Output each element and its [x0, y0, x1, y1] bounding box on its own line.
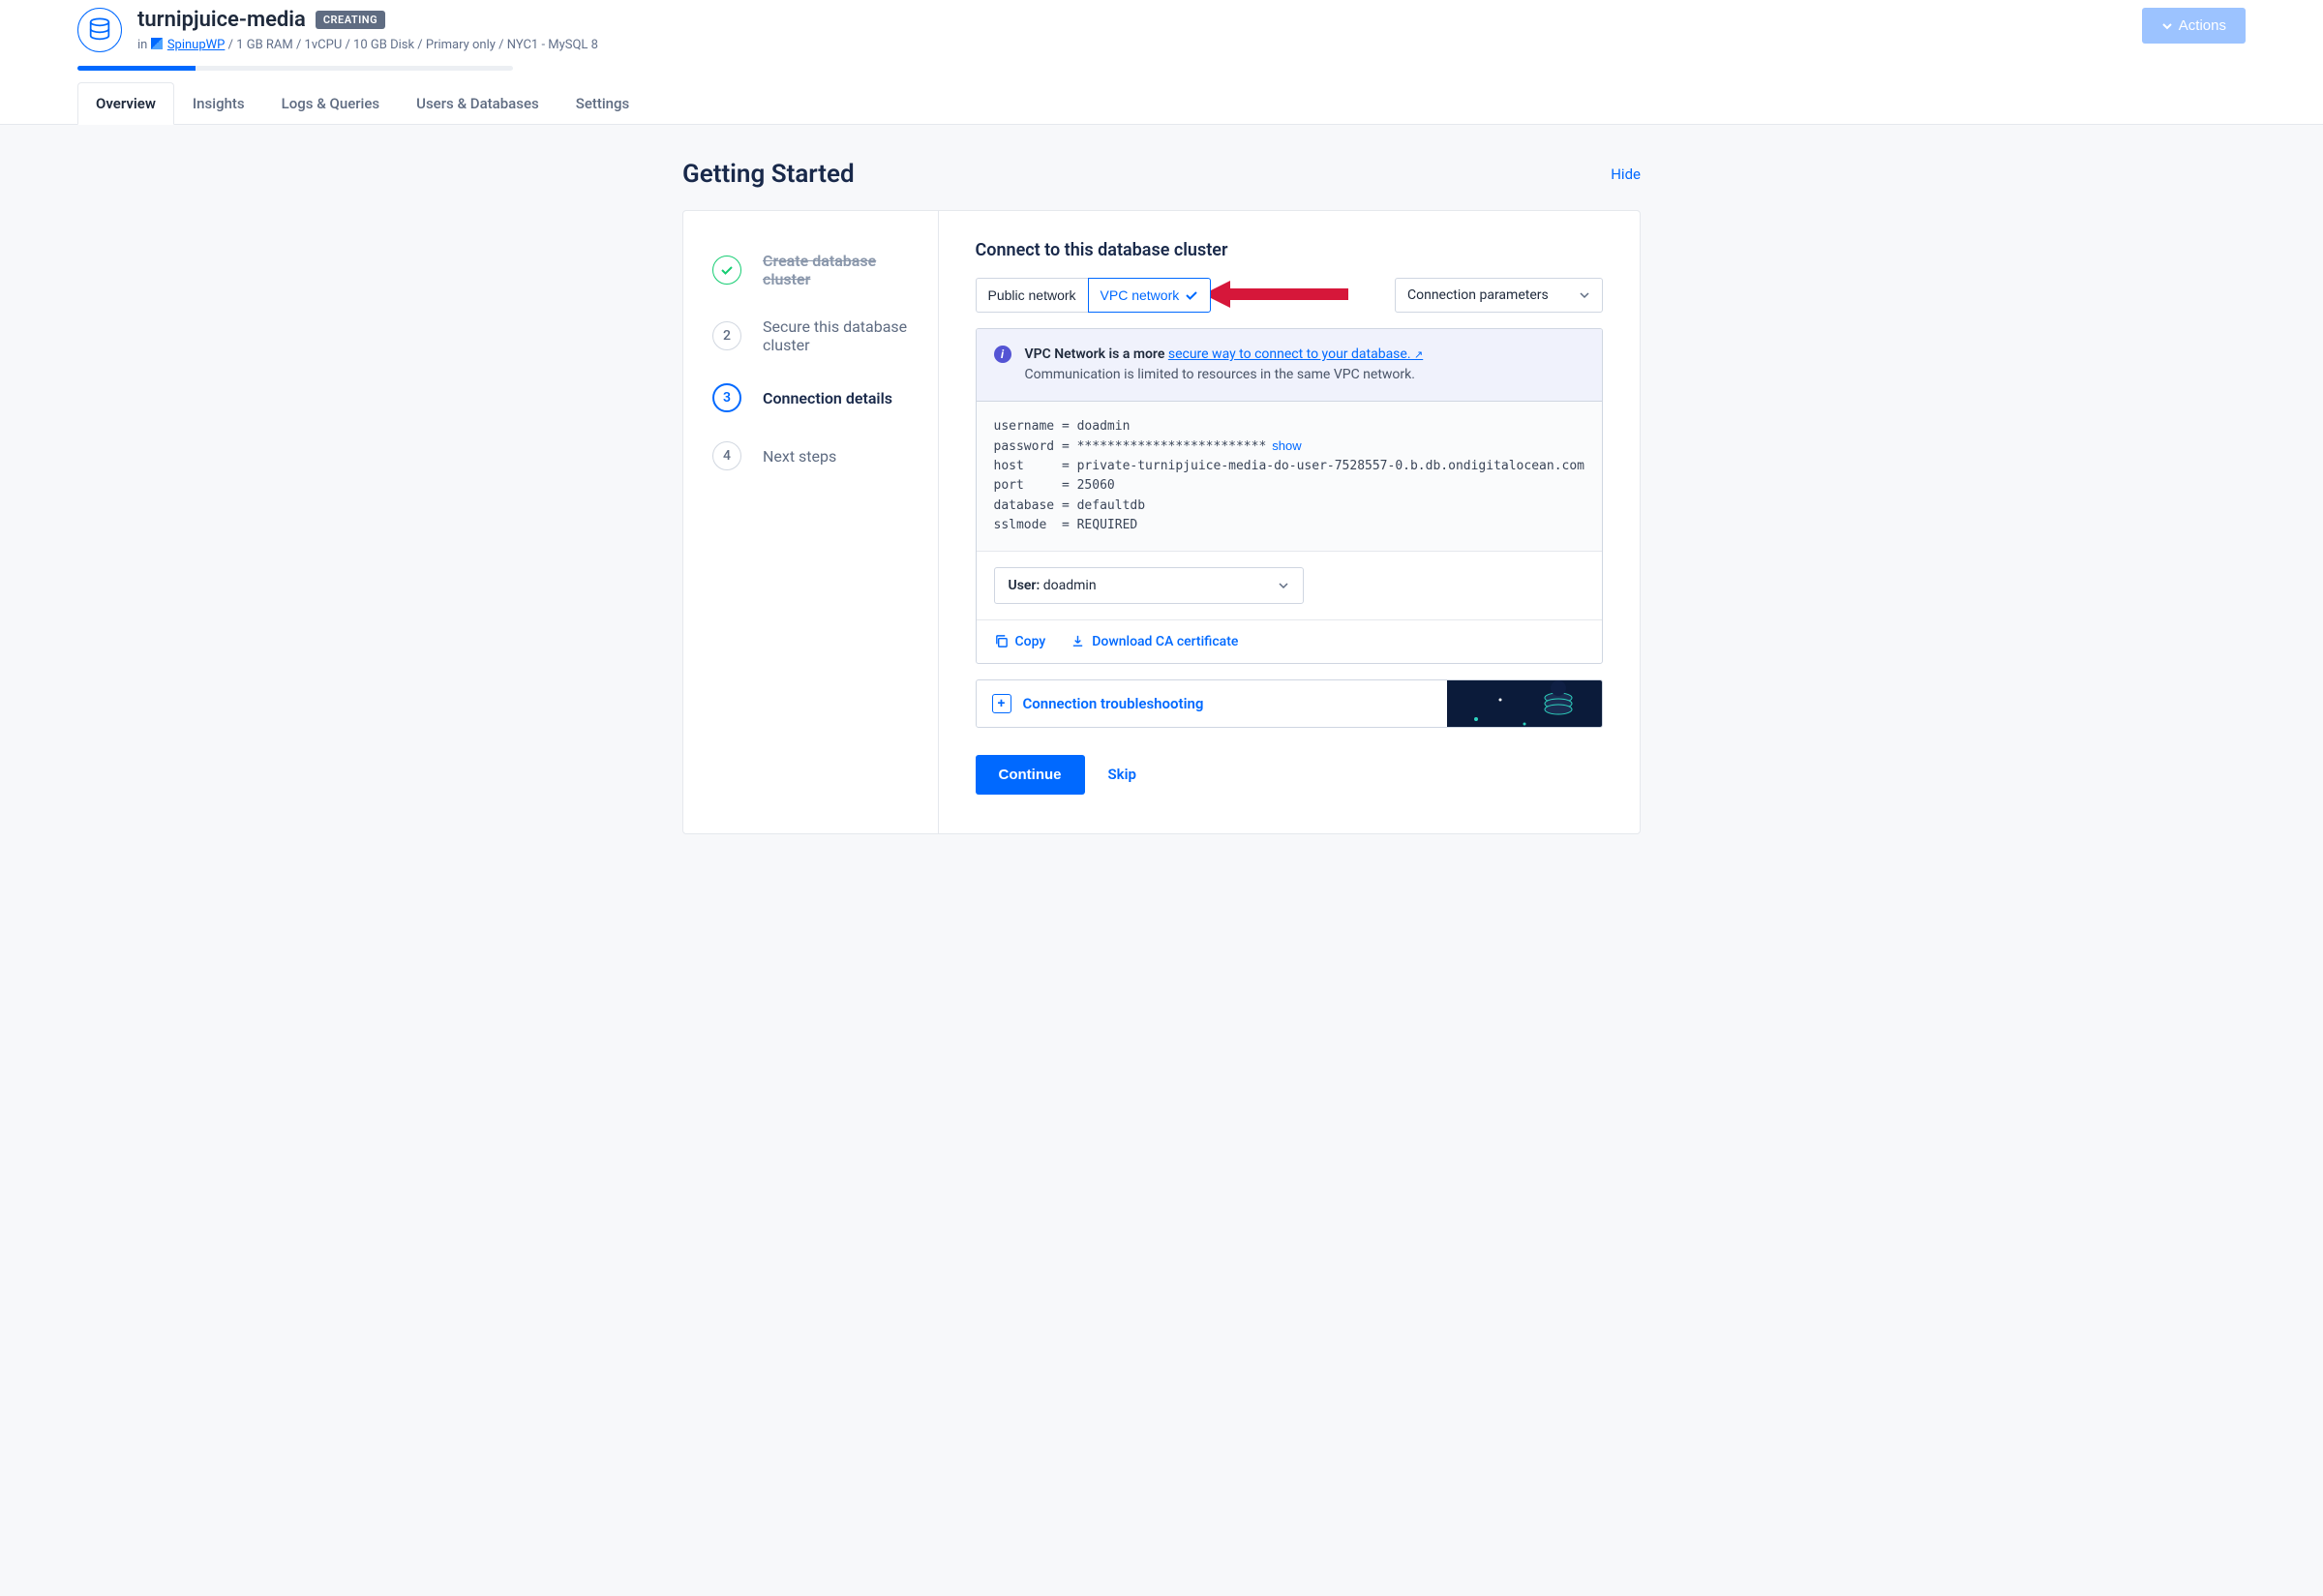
vpc-info-banner: i VPC Network is a more secure way to co… [977, 329, 1603, 402]
download-ca-link[interactable]: Download CA certificate [1071, 634, 1238, 649]
download-icon [1071, 634, 1085, 648]
connection-details: username = doadmin password = **********… [977, 402, 1603, 552]
hide-link[interactable]: Hide [1611, 166, 1641, 183]
chevron-down-icon [2161, 20, 2173, 32]
connection-details-pane: Connect to this database cluster Public … [939, 211, 1641, 833]
project-icon [151, 38, 163, 49]
skip-link[interactable]: Skip [1108, 766, 1136, 783]
chevron-down-icon [1278, 580, 1289, 591]
decorative-art-icon [1447, 680, 1602, 728]
annotation-arrow-icon [1203, 275, 1358, 314]
external-link-icon: ↗ [1414, 348, 1423, 361]
plus-icon: + [992, 694, 1011, 713]
step-connection-details[interactable]: 3 Connection details [712, 372, 915, 424]
step-next-steps[interactable]: 4 Next steps [712, 430, 915, 482]
cluster-title: turnipjuice-media [137, 8, 306, 32]
show-password-link[interactable]: show [1272, 438, 1301, 453]
tab-settings[interactable]: Settings [558, 82, 649, 125]
chevron-down-icon [1579, 289, 1590, 301]
connection-info-box: i VPC Network is a more secure way to co… [976, 328, 1604, 664]
network-toggle: Public network VPC network [976, 278, 1212, 313]
copy-link[interactable]: Copy [994, 634, 1046, 649]
tab-users-databases[interactable]: Users & Databases [398, 82, 558, 125]
copy-icon [994, 634, 1009, 648]
vpc-secure-link[interactable]: secure way to connect to your database. … [1168, 346, 1423, 362]
creation-progress [77, 66, 513, 71]
tab-overview[interactable]: Overview [77, 82, 174, 125]
public-network-button[interactable]: Public network [976, 278, 1089, 313]
steps-sidebar: Create database cluster 2 Secure this da… [683, 211, 939, 833]
troubleshooting-expander[interactable]: + Connection troubleshooting [976, 679, 1604, 728]
tab-logs-queries[interactable]: Logs & Queries [263, 82, 399, 125]
check-icon [1185, 288, 1198, 302]
step-create-cluster[interactable]: Create database cluster [712, 240, 915, 300]
tabs: Overview Insights Logs & Queries Users &… [77, 82, 2246, 124]
project-link[interactable]: SpinupWP [167, 38, 226, 52]
info-icon: i [994, 346, 1011, 363]
page-header: turnipjuice-media CREATING in SpinupWP /… [0, 0, 2323, 125]
connection-parameters-select[interactable]: Connection parameters [1395, 278, 1603, 313]
actions-button[interactable]: Actions [2142, 8, 2246, 44]
check-icon [712, 256, 741, 285]
getting-started-panel: Create database cluster 2 Secure this da… [682, 210, 1641, 834]
step-secure-cluster[interactable]: 2 Secure this database cluster [712, 306, 915, 366]
tab-insights[interactable]: Insights [174, 82, 263, 125]
status-badge: CREATING [316, 11, 385, 29]
vpc-network-button[interactable]: VPC network [1088, 278, 1212, 313]
breadcrumb: in SpinupWP / 1 GB RAM / 1vCPU / 10 GB D… [137, 38, 2127, 52]
continue-button[interactable]: Continue [976, 755, 1085, 795]
database-icon [77, 8, 122, 52]
page-title: Getting Started [682, 160, 855, 189]
user-select[interactable]: User: doadmin [994, 567, 1304, 604]
connection-heading: Connect to this database cluster [976, 240, 1604, 260]
